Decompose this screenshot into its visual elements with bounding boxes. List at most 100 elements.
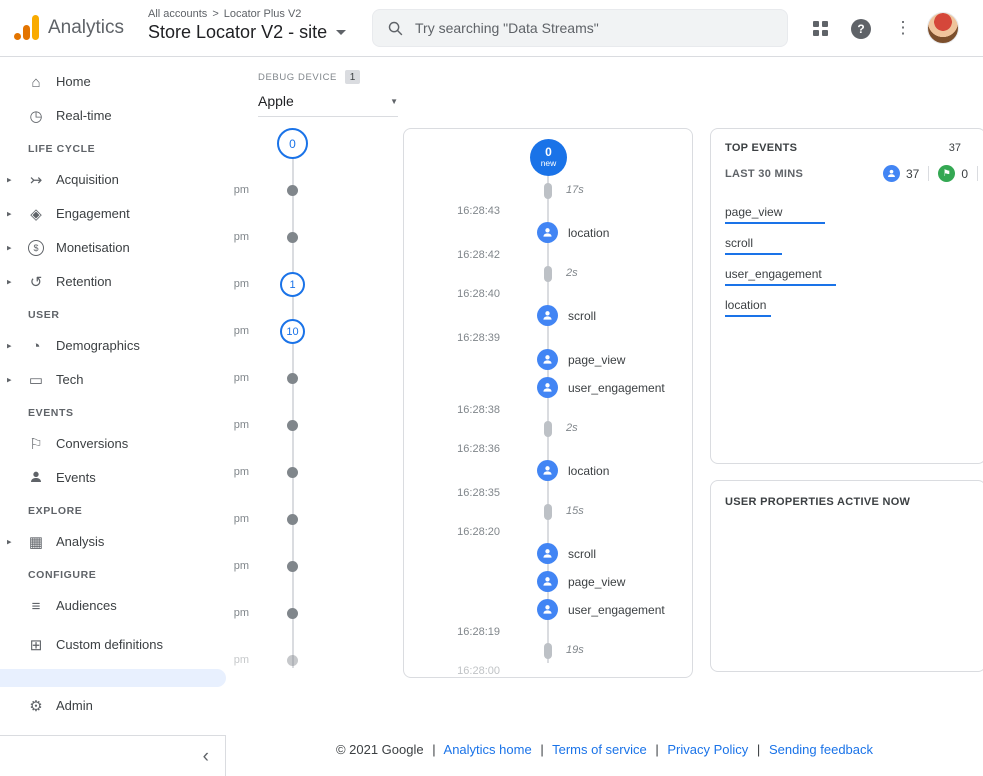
minute-dot[interactable] (287, 467, 298, 478)
sidebar-item-audiences[interactable]: ≡ Audiences (0, 589, 226, 623)
event-name: user_engagement (568, 603, 665, 617)
sidebar-item-events[interactable]: Events (0, 461, 226, 495)
expand-arrow-icon[interactable]: ▸ (7, 209, 12, 220)
minute-time-label: pm (234, 325, 249, 337)
top-event-item[interactable]: scroll (725, 229, 961, 260)
sidebar-item-label: Conversions (56, 436, 128, 452)
expand-arrow-icon[interactable]: ▸ (7, 277, 12, 288)
expand-arrow-icon[interactable]: ▸ (7, 175, 12, 186)
expand-arrow-icon[interactable]: ▸ (7, 375, 12, 386)
sidebar-item-acquisition[interactable]: ▸ ↣ Acquisition (0, 163, 226, 197)
sidebar-item-custom-definitions[interactable]: ⊞ Custom definitions (0, 623, 226, 667)
collapse-sidebar-button[interactable]: ‹ (203, 747, 209, 766)
footer-link-privacy-policy[interactable]: Privacy Policy (667, 742, 748, 757)
minute-dot[interactable] (287, 514, 298, 525)
sidebar-item-label: Engagement (56, 206, 130, 222)
event-name: page_view (568, 575, 625, 589)
stream-event[interactable]: page_view (404, 346, 692, 374)
dollar-icon: $ (28, 240, 44, 256)
events-counter-icon[interactable] (883, 165, 900, 182)
top-event-name: location (725, 298, 766, 312)
stream-timestamp: 16:28:39 (404, 330, 692, 346)
footer-link-analytics-home[interactable]: Analytics home (444, 742, 532, 757)
minute-dot[interactable] (287, 561, 298, 572)
sidebar-item-label: Retention (56, 274, 112, 290)
timestamp-label: 16:28:19 (457, 626, 500, 638)
conversions-counter-icon[interactable]: ⚑ (938, 165, 955, 182)
sidebar-item-admin[interactable]: ⚙ Admin (0, 689, 226, 723)
timestamp-label: 16:28:42 (457, 249, 500, 261)
minute-bubble-current[interactable]: 0 (277, 128, 308, 159)
timestamp-label: 16:28:35 (457, 487, 500, 499)
stream-rows: 17s 16:28:43 location 16:28:42 2s 16:28:… (404, 180, 692, 678)
avatar[interactable] (927, 12, 959, 44)
expand-arrow-icon[interactable]: ▸ (7, 341, 12, 352)
stream-gap: 15s (404, 501, 692, 524)
top-event-item[interactable]: page_view (725, 198, 961, 229)
timestamp-label: 16:28:40 (457, 288, 500, 300)
minute-time-label: pm (234, 513, 249, 525)
sidebar-item-monetisation[interactable]: ▸ $ Monetisation (0, 231, 226, 265)
sidebar-item-selected-highlight[interactable] (0, 669, 226, 687)
expand-arrow-icon[interactable]: ▸ (7, 243, 12, 254)
minute-dot[interactable] (287, 373, 298, 384)
stream-event[interactable]: location (404, 219, 692, 247)
top-event-bar (725, 315, 771, 317)
stream-event[interactable]: user_engagement (404, 374, 692, 402)
debug-device-selector: DEBUG DEVICE 1 Apple ▼ (258, 70, 398, 117)
breadcrumb-property: Locator Plus V2 (224, 8, 302, 20)
kebab-menu-icon[interactable]: ⋮ (893, 17, 913, 39)
analytics-home-link[interactable]: Analytics (14, 15, 124, 40)
minute-dot[interactable] (287, 232, 298, 243)
footer-link-sending-feedback[interactable]: Sending feedback (769, 742, 873, 757)
minute-dot[interactable] (287, 185, 298, 196)
stream-event[interactable]: page_view (404, 568, 692, 596)
expand-arrow-icon[interactable]: ▸ (7, 537, 12, 548)
search-bar[interactable] (372, 9, 788, 47)
stream-event[interactable]: scroll (404, 302, 692, 330)
footer-link-terms-of-service[interactable]: Terms of service (552, 742, 647, 757)
sidebar-item-demographics[interactable]: ▸ ◔ Demographics (0, 329, 226, 363)
sidebar-item-label: Demographics (56, 338, 140, 354)
sidebar-item-tech[interactable]: ▸ ▭ Tech (0, 363, 226, 397)
duration-label: 2s (566, 422, 578, 434)
top-event-item[interactable]: location (725, 291, 961, 322)
sidebar-item-analysis[interactable]: ▸ ▦ Analysis (0, 525, 226, 559)
breadcrumb-account: All accounts (148, 8, 207, 20)
stream-event[interactable]: scroll (404, 540, 692, 568)
stream-timestamp: 16:28:38 (404, 402, 692, 418)
last-30-mins-label: LAST 30 MINS (725, 168, 803, 180)
user-properties-panel: USER PROPERTIES ACTIVE NOW (710, 480, 983, 672)
minute-dot[interactable] (287, 655, 298, 666)
stream-start-bubble[interactable]: 0 new (530, 139, 567, 176)
clock-icon: ◷ (26, 109, 46, 124)
debug-device-dropdown[interactable]: Apple ▼ (258, 93, 398, 117)
minute-dot[interactable] (287, 420, 298, 431)
conversions-counter-value: 0 (961, 167, 968, 181)
sidebar-item-home[interactable]: ⌂ Home (0, 65, 226, 99)
minute-dot[interactable] (287, 608, 298, 619)
event-name: page_view (568, 353, 625, 367)
apps-grid-icon[interactable] (813, 21, 828, 36)
sidebar-item-label: Tech (56, 372, 83, 388)
logo-dot (14, 33, 21, 40)
sidebar-item-engagement[interactable]: ▸ ◈ Engagement (0, 197, 226, 231)
person-icon (26, 469, 46, 488)
stream-event[interactable]: location (404, 457, 692, 485)
property-switcher[interactable]: All accounts > Locator Plus V2 Store Loc… (148, 8, 346, 43)
sidebar-section-user: USER (28, 309, 226, 325)
sidebar-item-retention[interactable]: ▸ ↺ Retention (0, 265, 226, 299)
minute-bubble[interactable]: 10 (280, 319, 305, 344)
sidebar-item-conversions[interactable]: ⚐ Conversions (0, 427, 226, 461)
top-event-item[interactable]: user_engagement (725, 260, 961, 291)
help-icon[interactable]: ? (851, 19, 871, 39)
event-stream-panel: 0 new 17s 16:28:43 location 16:28:42 (403, 128, 693, 678)
sidebar-item-realtime[interactable]: ◷ Real-time (0, 99, 226, 133)
minute-bubble[interactable]: 1 (280, 272, 305, 297)
stream-event[interactable]: user_engagement (404, 596, 692, 624)
search-input[interactable] (415, 20, 773, 36)
events-counter-value: 37 (906, 167, 919, 181)
retention-icon: ↺ (26, 275, 46, 290)
stream-gap: 2s (404, 418, 692, 441)
debug-device-label: DEBUG DEVICE (258, 72, 337, 83)
